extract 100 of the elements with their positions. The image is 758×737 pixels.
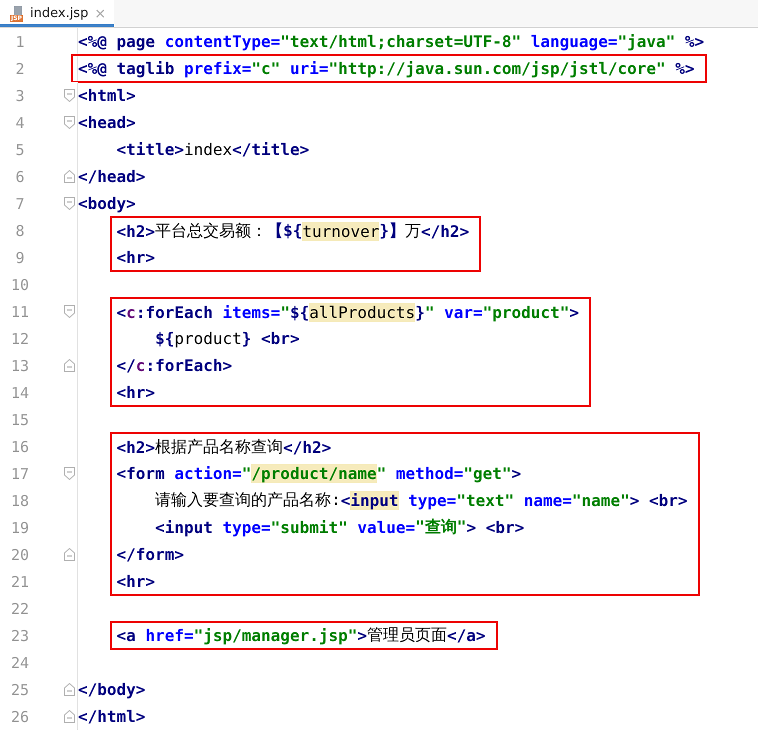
line-number: 3: [14, 86, 26, 104]
tag-token: <title>: [116, 140, 184, 159]
tag-token: <: [116, 302, 126, 322]
tag-token: <hr>: [116, 382, 156, 402]
string-token: ": [242, 464, 252, 483]
text-token: 根据产品名称查询: [155, 436, 284, 458]
fold-icon[interactable]: [64, 197, 75, 210]
tag-token: <h2>: [116, 438, 156, 456]
line-number: 24: [10, 654, 30, 672]
attribute-token: type=: [407, 491, 456, 510]
string-token: "c": [251, 59, 280, 78]
line-number: 11: [10, 302, 30, 320]
tag-token: </form>: [116, 545, 184, 564]
string-token: ": [424, 302, 434, 322]
tag-token: </h2>: [421, 222, 470, 240]
line-number: 18: [10, 492, 30, 510]
string-token: "java": [617, 32, 676, 51]
attribute-token: method=: [394, 464, 464, 483]
tag-token: <br>: [484, 518, 524, 537]
text-token: 请输入要查询的产品名称:: [155, 490, 341, 511]
line-number: 5: [14, 140, 26, 158]
string-token: "http://java.sun.com/jsp/jstl/core": [328, 59, 666, 78]
string-token: "查询": [415, 517, 466, 538]
text-token: index: [184, 140, 232, 159]
tag-token: <a: [116, 626, 137, 645]
tag-token: </html>: [78, 707, 146, 726]
tag-token: </head>: [78, 167, 146, 186]
tag-token: <br>: [648, 491, 688, 510]
string-token: ": [280, 302, 290, 322]
tag-token: >: [512, 464, 522, 483]
tag-token: <head>: [78, 113, 136, 132]
tag-token: </: [116, 356, 136, 375]
line-number: 23: [10, 626, 30, 644]
string-token: "get": [463, 464, 512, 483]
attribute-token: items=: [222, 302, 280, 322]
tag-token: <html>: [78, 86, 136, 105]
text-token: 管理员页面: [367, 625, 448, 646]
expression-token: }】: [379, 220, 406, 242]
attribute-token: type=: [222, 518, 271, 537]
tag-token: </title>: [232, 140, 310, 159]
attribute-token: uri=: [288, 59, 328, 78]
line-number: 1: [14, 32, 26, 50]
attribute-token: language=: [530, 32, 618, 51]
fold-icon[interactable]: [64, 548, 75, 561]
string-token: ": [376, 464, 386, 483]
tab-title: index.jsp: [30, 6, 88, 21]
attribute-token: href=: [145, 626, 194, 645]
line-number: 15: [10, 410, 30, 428]
attribute-token: prefix=: [184, 59, 252, 78]
text-token: 万: [405, 220, 422, 242]
highlighted-token: /product/name: [251, 464, 377, 483]
attribute-token: action=: [174, 464, 242, 483]
tag-token: <hr>: [116, 248, 156, 266]
line-number: 7: [14, 194, 26, 212]
tag-token: :forEach>: [145, 356, 232, 375]
tag-token: </a>: [447, 626, 486, 645]
string-token: "jsp/manager.jsp": [194, 626, 358, 645]
tag-token: <body>: [78, 194, 136, 213]
string-token: "product": [482, 302, 570, 322]
fold-icon[interactable]: [64, 116, 75, 129]
prefix-token: c: [136, 356, 146, 375]
highlighted-token: turnover: [302, 222, 380, 240]
tag-token: >: [466, 518, 476, 537]
attribute-token: var=: [443, 302, 483, 322]
line-number: 10: [10, 276, 30, 294]
expression-token: }: [242, 329, 252, 348]
fold-icon[interactable]: [64, 467, 75, 480]
fold-icon[interactable]: [64, 683, 75, 696]
attribute-token: name=: [522, 491, 572, 510]
fold-icon[interactable]: [64, 359, 75, 372]
line-number: 22: [10, 600, 30, 618]
attribute-token: contentType=: [164, 32, 280, 51]
fold-icon[interactable]: [64, 710, 75, 723]
expression-token: 【${: [267, 220, 302, 242]
tag-token: <form: [116, 464, 166, 483]
line-number: 4: [14, 114, 26, 132]
tag-token: </body>: [78, 680, 146, 699]
fold-icon[interactable]: [64, 305, 75, 318]
tag-token: <%@ taglib: [78, 59, 176, 78]
tag-token: </h2>: [283, 438, 332, 456]
tag-token: %>: [674, 59, 695, 78]
line-number: 20: [10, 546, 30, 564]
text-token: product: [174, 329, 242, 348]
line-number: 25: [10, 680, 30, 698]
tag-token: <br>: [260, 329, 300, 348]
line-number: 13: [10, 356, 30, 374]
fold-icon[interactable]: [64, 170, 75, 183]
line-number: 21: [10, 572, 30, 590]
tag-token: >: [569, 302, 579, 322]
tag-token: <input: [155, 518, 214, 537]
attribute-token: value=: [356, 518, 416, 537]
tag-token: <hr>: [116, 572, 156, 590]
tag-token: <h2>: [116, 222, 156, 240]
string-token: "text": [456, 491, 514, 510]
fold-icon[interactable]: [64, 89, 75, 102]
expression-token: ${: [290, 302, 310, 322]
line-number: 6: [14, 168, 26, 186]
tag-token: >: [630, 491, 640, 510]
line-number: 8: [14, 222, 26, 240]
string-token: "submit": [270, 518, 348, 537]
